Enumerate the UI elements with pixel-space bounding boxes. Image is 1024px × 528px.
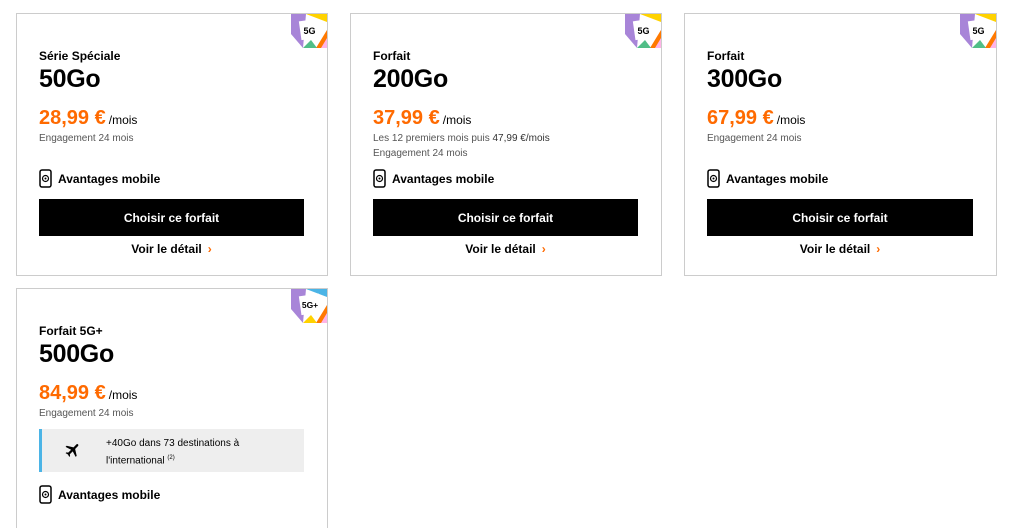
engagement-text: Engagement 24 mois (39, 133, 134, 144)
price-period: /mois (776, 113, 806, 127)
engagement-text: Engagement 24 mois (707, 133, 802, 144)
offer-card-50go: 5G Série Spéciale 50Go 28,99 €/mois Enga… (16, 13, 328, 276)
price-amount: 37,99 € (373, 107, 440, 129)
offer-card-200go: 5G Forfait 200Go 37,99 €/mois Les 12 pre… (350, 13, 662, 276)
offer-card-500go: 5G+ Forfait 5G+ 500Go 84,99 €/mois Engag… (16, 288, 328, 528)
see-detail-link[interactable]: Voir le détail › (373, 242, 638, 256)
offer-title: 50Go (39, 65, 101, 93)
avantages-mobile: Avantages mobile (373, 169, 494, 188)
perk-text: +40Go dans 73 destinations à l'internati… (106, 438, 240, 467)
offer-title: 200Go (373, 65, 448, 93)
chevron-right-icon: › (541, 242, 546, 256)
promo-text: Les 12 premiers mois puis 47,99 €/mois (373, 133, 550, 144)
offer-price: 37,99 €/mois (373, 107, 471, 130)
engagement-text: Engagement 24 mois (39, 408, 134, 419)
avantages-mobile: Avantages mobile (39, 485, 160, 504)
phone-icon (39, 169, 52, 188)
svg-text:5G: 5G (637, 26, 649, 36)
avantages-label: Avantages mobile (58, 487, 161, 502)
price-amount: 28,99 € (39, 107, 106, 129)
price-period: /mois (108, 388, 138, 402)
choose-plan-button[interactable]: Choisir ce forfait (39, 199, 304, 236)
phone-icon (39, 485, 52, 504)
offer-card-300go: 5G Forfait 300Go 67,99 €/mois Engagement… (684, 13, 997, 276)
phone-icon (373, 169, 386, 188)
see-detail-link[interactable]: Voir le détail › (39, 242, 304, 256)
phone-icon (707, 169, 720, 188)
offer-kicker: Forfait (373, 49, 411, 63)
offer-title: 500Go (39, 340, 114, 368)
price-period: /mois (442, 113, 472, 127)
chevron-right-icon: › (876, 242, 881, 256)
svg-text:5G: 5G (972, 26, 984, 36)
choose-plan-button[interactable]: Choisir ce forfait (707, 199, 973, 236)
offer-kicker: Forfait (707, 49, 745, 63)
avantages-mobile: Avantages mobile (39, 169, 160, 188)
offer-price: 67,99 €/mois (707, 107, 805, 130)
avantages-label: Avantages mobile (392, 171, 495, 186)
airplane-icon (64, 441, 82, 459)
avantages-mobile: Avantages mobile (707, 169, 828, 188)
offer-title: 300Go (707, 65, 782, 93)
avantages-label: Avantages mobile (726, 171, 829, 186)
price-amount: 67,99 € (707, 107, 774, 129)
svg-text:5G: 5G (303, 26, 315, 36)
chevron-right-icon: › (207, 242, 212, 256)
offer-price: 84,99 €/mois (39, 382, 137, 405)
engagement-text: Engagement 24 mois (373, 148, 468, 159)
offer-kicker: Forfait 5G+ (39, 324, 103, 338)
price-amount: 84,99 € (39, 382, 106, 404)
choose-plan-button[interactable]: Choisir ce forfait (373, 199, 638, 236)
offer-price: 28,99 €/mois (39, 107, 137, 130)
offer-kicker: Série Spéciale (39, 49, 121, 63)
international-perk: +40Go dans 73 destinations à l'internati… (39, 429, 304, 472)
see-detail-link[interactable]: Voir le détail › (707, 242, 973, 256)
svg-text:5G+: 5G+ (302, 300, 318, 310)
avantages-label: Avantages mobile (58, 171, 161, 186)
price-period: /mois (108, 113, 138, 127)
